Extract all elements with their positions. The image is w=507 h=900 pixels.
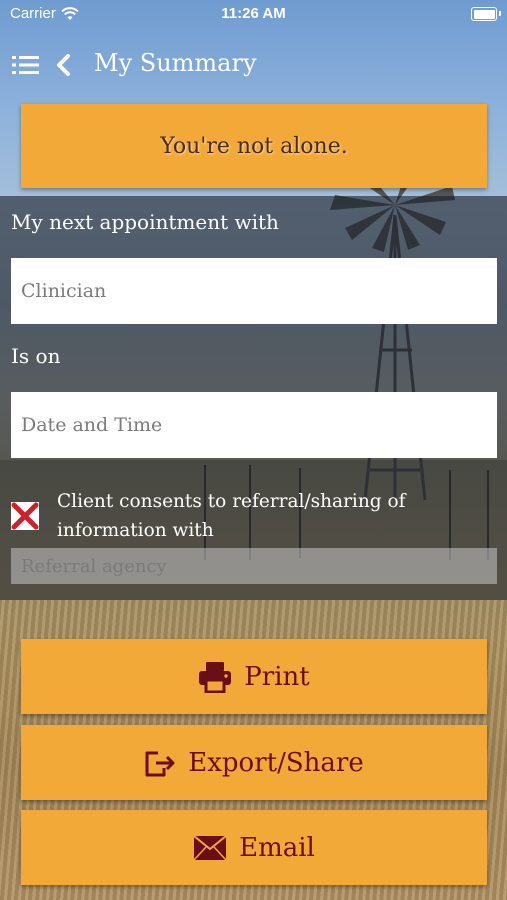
battery-nub [499, 11, 501, 16]
export-share-button[interactable]: Export/Share [21, 725, 487, 800]
envelope-icon [193, 834, 227, 861]
appointment-label: My next appointment with [11, 210, 279, 234]
battery-icon [471, 7, 497, 21]
navigation-bar: My Summary [0, 40, 507, 90]
consent-checkbox[interactable] [11, 502, 39, 530]
print-button[interactable]: Print [21, 639, 487, 714]
email-label: Email [239, 832, 315, 863]
export-icon [145, 751, 175, 776]
banner-text: You're not alone. [160, 133, 348, 159]
email-button[interactable]: Email [21, 810, 487, 885]
page-title: My Summary [94, 49, 257, 77]
clock: 11:26 AM [221, 5, 286, 22]
clinician-input[interactable] [11, 258, 497, 324]
referral-agency-input[interactable] [11, 548, 497, 584]
date-time-input[interactable] [11, 392, 497, 458]
consent-text: Client consents to referral/sharing of i… [57, 491, 406, 541]
export-share-label: Export/Share [188, 747, 364, 778]
date-label: Is on [11, 344, 61, 368]
chevron-left-icon[interactable] [54, 53, 74, 77]
status-bar: Carrier 11:26 AM [0, 0, 507, 30]
list-icon[interactable] [12, 54, 40, 76]
print-label: Print [244, 661, 310, 692]
printer-icon [199, 661, 232, 693]
encouragement-banner: You're not alone. [21, 104, 487, 188]
